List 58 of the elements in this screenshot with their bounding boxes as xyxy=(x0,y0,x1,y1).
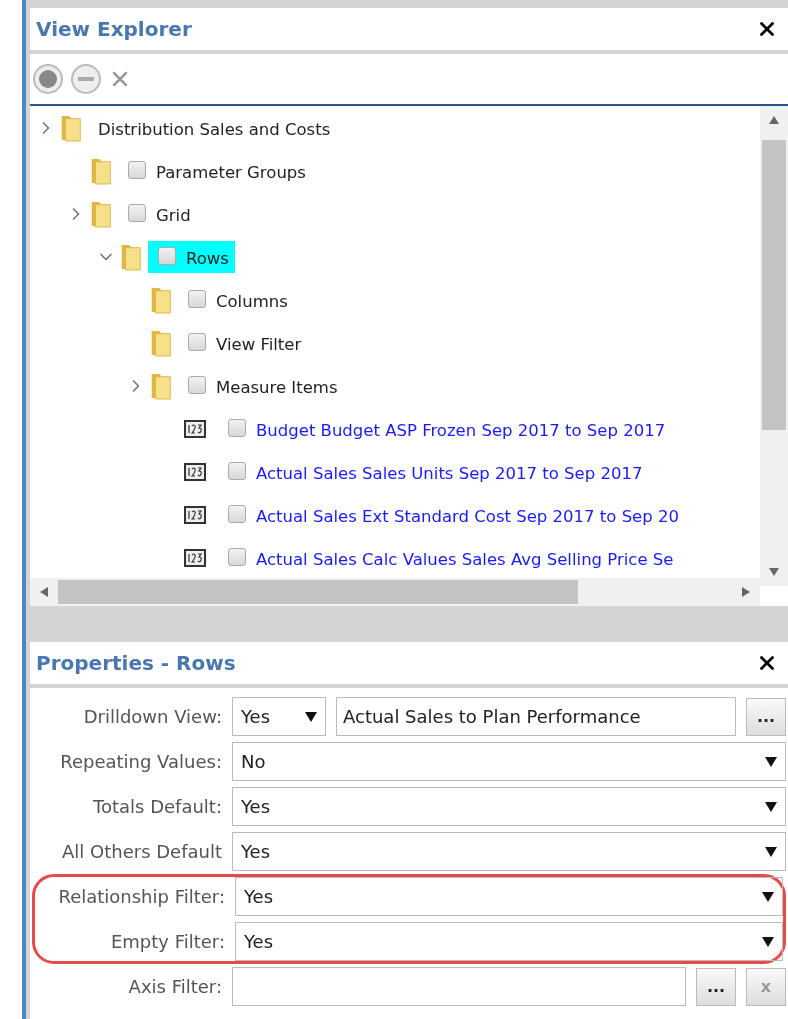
select-field[interactable]: Yes xyxy=(232,787,786,826)
checkbox[interactable] xyxy=(188,289,206,308)
numeric-field-icon xyxy=(184,505,206,524)
dropdown-arrow-icon xyxy=(765,801,777,812)
tree-item[interactable]: Rows xyxy=(148,240,235,273)
tree-item[interactable]: Distribution Sales and Costs xyxy=(88,114,337,141)
input-field[interactable]: Actual Sales to Plan Performance xyxy=(336,697,736,736)
tree-item[interactable]: Budget Budget ASP Frozen Sep 2017 to Sep 2017 xyxy=(218,412,672,445)
radio-circle-icon[interactable] xyxy=(32,63,64,95)
field-label: Empty Filter: xyxy=(109,931,225,952)
dropdown-arrow-icon xyxy=(762,936,774,947)
scroll-right-icon[interactable] xyxy=(740,586,752,598)
checkbox[interactable] xyxy=(188,375,206,394)
checkbox[interactable] xyxy=(128,203,146,222)
select-field[interactable]: Yes xyxy=(235,922,783,961)
tree-item[interactable]: Actual Sales Calc Values Sales Avg Selling Price Se xyxy=(218,541,680,574)
tree-item[interactable]: View Filter xyxy=(178,326,308,359)
field-label: Relationship Filter: xyxy=(57,886,225,907)
tree-item[interactable]: Actual Sales Ext Standard Cost Sep 2017 to Sep 20 xyxy=(218,498,685,531)
dropdown-arrow-icon xyxy=(762,891,774,902)
vertical-scrollbar[interactable] xyxy=(760,106,788,586)
tree-item[interactable]: Grid xyxy=(118,197,197,230)
browse-button[interactable]: ... xyxy=(696,967,736,1006)
checkbox[interactable] xyxy=(128,160,146,179)
panel-title: View Explorer xyxy=(36,17,192,41)
scroll-left-icon[interactable] xyxy=(38,586,50,598)
field-label: Axis Filter: xyxy=(127,976,222,997)
select-field[interactable]: Yes xyxy=(232,832,786,871)
scroll-up-icon[interactable] xyxy=(768,114,780,126)
field-label: Drilldown View: xyxy=(82,706,222,727)
select-field[interactable]: Yes xyxy=(232,697,326,736)
minus-circle-icon[interactable] xyxy=(70,63,102,95)
tree-item[interactable]: Measure Items xyxy=(178,369,344,402)
dropdown-arrow-icon xyxy=(765,846,777,857)
numeric-field-icon xyxy=(184,548,206,567)
browse-button[interactable]: ... xyxy=(746,697,786,736)
field-label: All Others Default xyxy=(61,841,222,862)
checkbox[interactable] xyxy=(188,332,206,351)
select-field[interactable]: No xyxy=(232,742,786,781)
numeric-field-icon xyxy=(184,462,206,481)
dropdown-arrow-icon xyxy=(765,756,777,767)
select-field[interactable]: Yes xyxy=(235,877,783,916)
panel-title: Properties - Rows xyxy=(36,651,236,675)
field-label: Totals Default: xyxy=(92,796,222,817)
input-field[interactable] xyxy=(232,967,686,1006)
checkbox[interactable] xyxy=(228,418,246,437)
tree-item[interactable]: Actual Sales Sales Units Sep 2017 to Sep 2017 xyxy=(218,455,649,488)
numeric-field-icon xyxy=(184,419,206,438)
checkbox[interactable] xyxy=(228,504,246,523)
tree-item[interactable]: Parameter Groups xyxy=(118,154,312,187)
field-label: Repeating Values: xyxy=(59,751,222,772)
horizontal-scrollbar[interactable] xyxy=(30,578,760,606)
checkbox[interactable] xyxy=(228,547,246,566)
scroll-down-icon[interactable] xyxy=(768,566,780,578)
dropdown-arrow-icon xyxy=(305,711,317,722)
checkbox[interactable] xyxy=(158,246,176,265)
checkbox[interactable] xyxy=(228,461,246,480)
tree-item[interactable]: Columns xyxy=(178,283,294,316)
